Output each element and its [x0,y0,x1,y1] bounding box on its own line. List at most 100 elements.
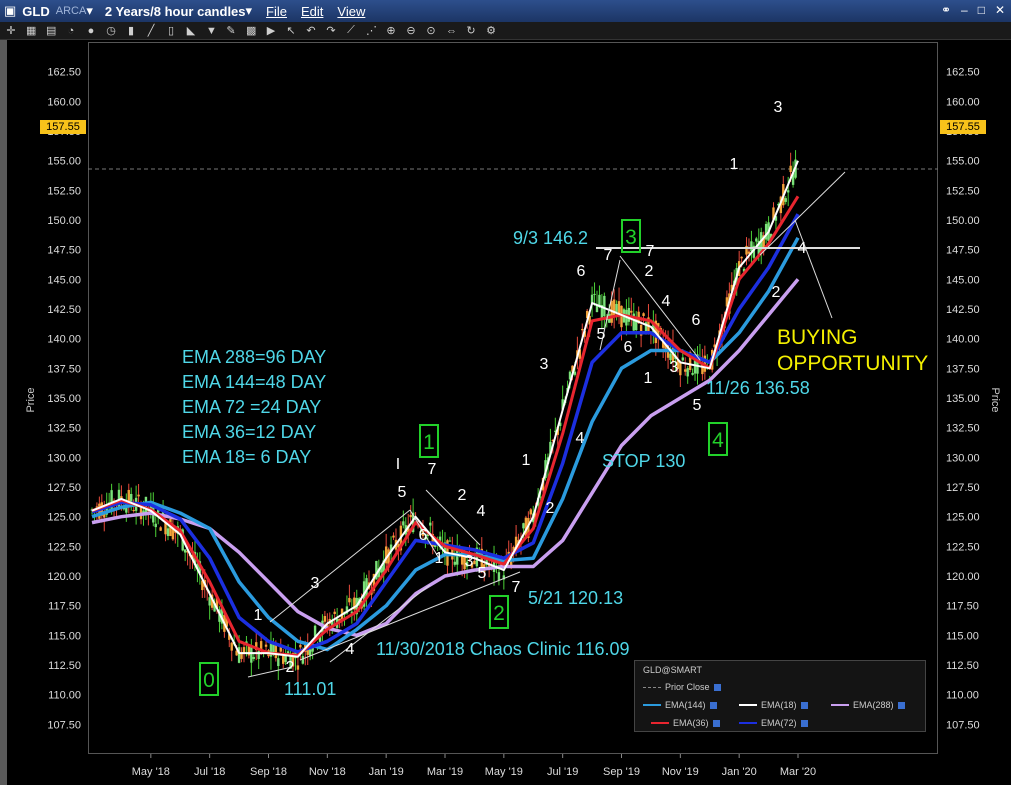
candle-body [409,514,412,518]
wave-label: 1 [254,607,263,624]
candle-body [308,649,312,656]
ema-note: EMA 144=48 DAY [182,372,326,392]
candle-body [630,310,633,313]
wave-box-label: 4 [712,429,724,452]
candle-body [786,190,790,193]
checkbox-icon[interactable] [712,719,720,727]
y-tick-label-right: 115.00 [946,630,979,642]
y-tick-label: 120.00 [47,571,81,583]
x-tick-label: Jan '20 [722,766,757,778]
y-tick-label: 137.50 [47,363,81,375]
checkbox-icon[interactable] [800,701,808,709]
trendline[interactable] [794,219,833,319]
candle-body [750,241,753,252]
candle-body [208,597,211,606]
y-tick-label: 162.50 [47,67,81,79]
x-tick-label: Nov '19 [662,766,699,778]
candle-body [137,494,140,497]
y-tick-label: 127.50 [47,482,81,494]
wave-label: 6 [577,263,586,280]
price-note: STOP 130 [602,451,685,471]
legend-label: EMA(18) [761,700,797,710]
candle-body [686,368,689,377]
y-tick-label: 135.00 [47,393,81,405]
wave-label: I [396,456,400,473]
legend-item-ema18[interactable]: EMA(18) [739,700,808,710]
candle-body [299,644,302,648]
legend-item-ema36[interactable]: EMA(36) [651,718,720,728]
candle-body [286,651,290,654]
price-note: 11/26 136.58 [706,378,810,398]
y-tick-label-right: 130.00 [946,452,980,464]
legend-swatch [739,704,757,706]
candle-body [282,655,285,664]
wave-label: 4 [798,240,807,257]
candle-body [252,656,255,659]
candle-body [755,238,758,242]
wave-label: 7 [604,247,613,264]
y-tick-label-right: 110.00 [946,690,979,702]
candle-body [392,535,395,538]
y-tick-label: 107.50 [47,719,81,731]
buying-opportunity-note: OPPORTUNITY [777,352,928,375]
y-tick-label-right: 152.50 [946,185,980,197]
y-tick-label-right: 107.50 [946,719,980,731]
x-tick-label: Mar '19 [427,766,463,778]
legend-item-ema72[interactable]: EMA(72) [739,718,808,728]
y-tick-label-right: 135.00 [946,393,980,405]
wave-label: 5 [693,397,702,414]
price-note: 9/3 146.2 [513,228,588,248]
checkbox-icon[interactable] [800,719,808,727]
wave-label: 3 [540,356,549,373]
y-tick-label-right: 137.50 [946,363,980,375]
wave-label: 6 [692,312,701,329]
x-tick-label: May '18 [132,766,170,778]
wave-label: 6 [624,339,633,356]
y-tick-label-right: 145.00 [946,274,980,286]
y-tick-label: 117.50 [48,601,81,613]
y-tick-label: 155.00 [47,156,81,168]
x-tick-label: Mar '20 [780,766,816,778]
x-tick-label: Sep '19 [603,766,640,778]
wave-label: 3 [774,99,783,116]
legend-swatch [831,704,849,706]
candle-body [603,295,606,317]
checkbox-icon[interactable] [709,701,717,709]
legend-swatch [643,704,661,706]
candle-body [691,372,694,375]
y-tick-label: 130.00 [47,452,81,464]
price-note: 11/30/2018 Chaos Clinic 116.09 [376,639,630,659]
y-tick-label: 150.00 [47,215,81,227]
wave-label: 1 [522,452,531,469]
candle-body [740,256,743,259]
checkbox-icon[interactable] [713,683,721,691]
wave-box-label: 2 [493,602,505,625]
candle-body [154,523,157,528]
wave-label: 2 [772,284,781,301]
y-tick-label: 112.50 [48,660,81,672]
legend-item-ema144[interactable]: EMA(144) [643,700,717,710]
candle-body [615,303,618,312]
y-tick-label-right: 142.50 [946,304,980,316]
y-tick-label: 132.50 [47,423,81,435]
ema-line-ema144 [91,236,800,652]
candle-body [277,658,280,667]
legend-swatch [739,722,757,724]
y-tick-label-right: 162.50 [946,67,980,79]
y-axis-label: Price [25,387,37,412]
legend-label: EMA(288) [853,700,894,710]
y-tick-label: 115.00 [48,630,81,642]
ema-note: EMA 72 =24 DAY [182,397,321,417]
legend-item-ema288[interactable]: EMA(288) [831,700,905,710]
legend-item-prior-close[interactable]: Prior Close [643,682,721,692]
y-tick-label: 125.00 [47,512,81,524]
price-note: 5/21 120.13 [528,588,623,608]
candle-body [323,616,327,622]
indicator-legend[interactable]: GLD@SMART Prior Close EMA(144) EMA(18) E… [634,660,926,732]
checkbox-icon[interactable] [897,701,905,709]
candle-body [301,656,305,664]
candle-body [429,522,432,526]
wave-label: 5 [597,326,606,343]
y-tick-label-right: 147.50 [946,245,980,257]
candle-body [250,647,253,663]
